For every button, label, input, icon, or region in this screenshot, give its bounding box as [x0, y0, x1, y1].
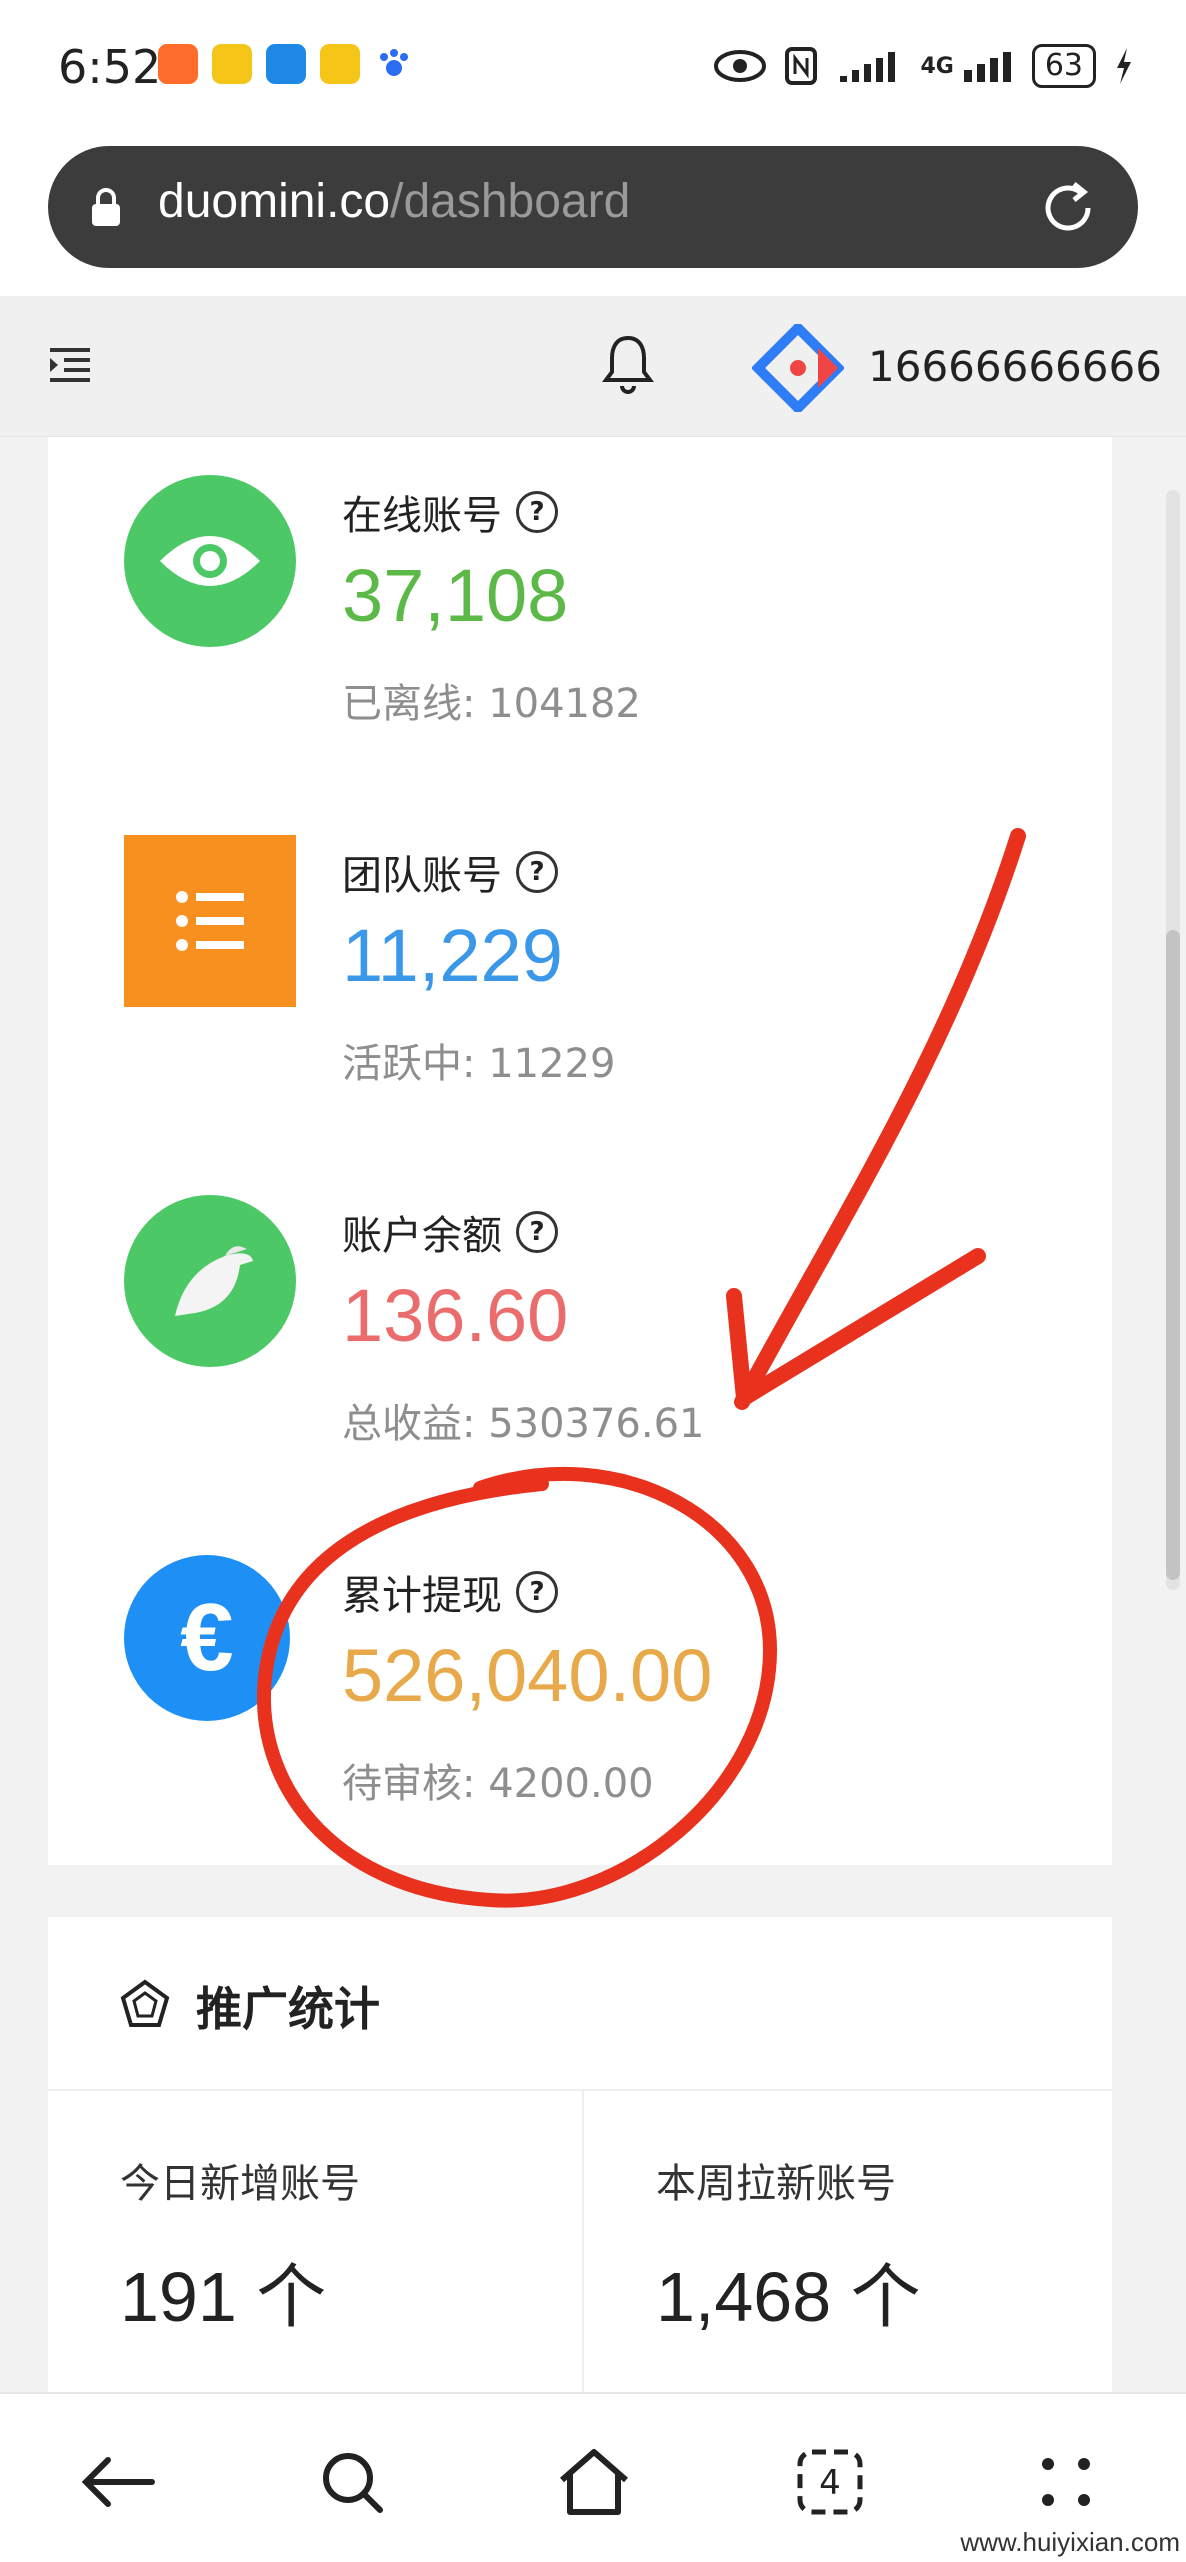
list-icon [124, 835, 296, 1007]
today-label: 今日新增账号 [120, 2161, 360, 2207]
dashboard-content: 在线账号? 37,108 已离线: 104182 团队账号? 11,229 活跃… [0, 437, 1186, 2392]
stat-label: 累计提现? [342, 1563, 558, 1621]
svg-text:4: 4 [819, 2463, 841, 2503]
more-dots-icon [1042, 2458, 1090, 2506]
user-phone[interactable]: 16666666666 [868, 342, 1162, 391]
bird-icon [124, 1195, 296, 1367]
stat-sub: 总收益: 530376.61 [342, 1401, 705, 1447]
bell-icon[interactable] [600, 332, 656, 396]
tabs-button[interactable]: 4 [782, 2434, 878, 2530]
more-button[interactable] [1018, 2434, 1114, 2530]
stat-label: 账户余额? [342, 1203, 558, 1261]
promotion-header: 推广统计 [48, 1917, 1112, 2091]
stat-sub: 活跃中: 11229 [342, 1041, 616, 1087]
menu-collapse-icon[interactable] [48, 342, 92, 386]
home-icon [560, 2449, 628, 2515]
back-button[interactable] [70, 2434, 166, 2530]
address-bar[interactable]: duomini.co/dashboard [48, 146, 1138, 268]
weibo-icon [320, 44, 360, 84]
battery-level: 63 [1031, 44, 1096, 88]
stat-label: 团队账号? [342, 843, 558, 901]
today-value: 191 个 [120, 2258, 327, 2336]
promotion-stats-card: 推广统计 今日新增账号 191 个 本周拉新账号 1,468 个 [48, 1917, 1112, 2392]
notification-icons [158, 44, 414, 84]
signal-icon [840, 52, 896, 82]
stat-value: 37,108 [342, 554, 569, 637]
stat-value: 11,229 [342, 914, 563, 997]
stats-card: 在线账号? 37,108 已离线: 104182 团队账号? 11,229 活跃… [48, 437, 1112, 1865]
eye-comfort-icon [714, 50, 767, 82]
watermark-text: www.huiyixian.com [960, 2527, 1180, 2557]
cloud-app-icon [266, 44, 306, 84]
stat-sub: 已离线: 104182 [342, 681, 641, 727]
app-header: 16666666666 [0, 296, 1186, 437]
stat-value: 136.60 [342, 1274, 569, 1357]
stat-account-balance: 账户余额? 136.60 总收益: 530376.61 [48, 1157, 1112, 1457]
system-status: 4G 63 [714, 44, 1134, 88]
scrollbar-thumb[interactable] [1166, 930, 1180, 1580]
help-icon[interactable]: ? [516, 491, 558, 533]
back-arrow-icon [81, 2457, 155, 2507]
signal-icon-2 [963, 52, 1011, 82]
stat-value: 526,040.00 [342, 1634, 713, 1717]
status-bar: 6:52 4G 63 [0, 0, 1186, 140]
stat-label: 在线账号? [342, 483, 558, 541]
week-new-accounts: 本周拉新账号 1,468 个 [582, 2091, 1114, 2392]
stat-sub: 待审核: 4200.00 [342, 1761, 654, 1807]
browser-bottom-nav: 4 www.huiyixian.com [0, 2392, 1186, 2562]
logo-icon [752, 324, 844, 412]
status-time: 6:52 [58, 40, 162, 94]
page-scrollbar[interactable] [1166, 490, 1180, 1590]
pentagon-icon [120, 1979, 170, 2027]
help-icon[interactable]: ? [516, 1211, 558, 1253]
lock-icon [92, 188, 120, 226]
paw-icon [374, 44, 414, 84]
app-notification-icon [158, 44, 198, 84]
network-type: 4G [920, 53, 954, 79]
help-icon[interactable]: ? [516, 851, 558, 893]
charging-icon [1117, 48, 1131, 84]
promotion-title: 推广统计 [196, 1982, 380, 2036]
week-label: 本周拉新账号 [656, 2161, 896, 2207]
search-icon [323, 2453, 383, 2513]
tabs-icon: 4 [797, 2449, 863, 2515]
help-icon[interactable]: ? [516, 1571, 558, 1613]
weibo-icon [212, 44, 252, 84]
browser-toolbar: duomini.co/dashboard [0, 140, 1186, 296]
search-button[interactable] [304, 2434, 400, 2530]
euro-icon: € [124, 1555, 290, 1721]
stat-total-withdrawal: € 累计提现? 526,040.00 待审核: 4200.00 [48, 1517, 1112, 1817]
reload-icon[interactable] [1036, 176, 1100, 240]
stat-team-accounts: 团队账号? 11,229 活跃中: 11229 [48, 797, 1112, 1097]
week-value: 1,468 个 [656, 2258, 921, 2336]
url-text[interactable]: duomini.co/dashboard [158, 174, 630, 229]
url-path: /dashboard [390, 175, 631, 228]
url-domain: duomini.co [158, 175, 391, 228]
home-button[interactable] [546, 2434, 642, 2530]
eye-icon [124, 475, 296, 647]
nfc-icon [785, 47, 818, 85]
today-new-accounts: 今日新增账号 191 个 [48, 2091, 578, 2392]
stat-online-accounts: 在线账号? 37,108 已离线: 104182 [48, 437, 1112, 737]
